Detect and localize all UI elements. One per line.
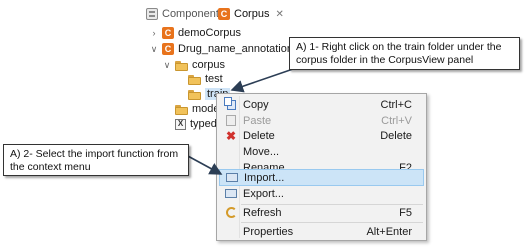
callout-import-step-text: A) 2- Select the import function from th…	[10, 148, 179, 173]
callout-arrow-train	[230, 67, 297, 93]
callout-arrow-import	[185, 154, 223, 175]
callout-right-click: A) 1- Right click on the train folder un…	[289, 37, 520, 70]
callout-right-click-text: A) 1- Right click on the train folder un…	[296, 41, 502, 66]
callout-import-step: A) 2- Select the import function from th…	[3, 144, 189, 176]
